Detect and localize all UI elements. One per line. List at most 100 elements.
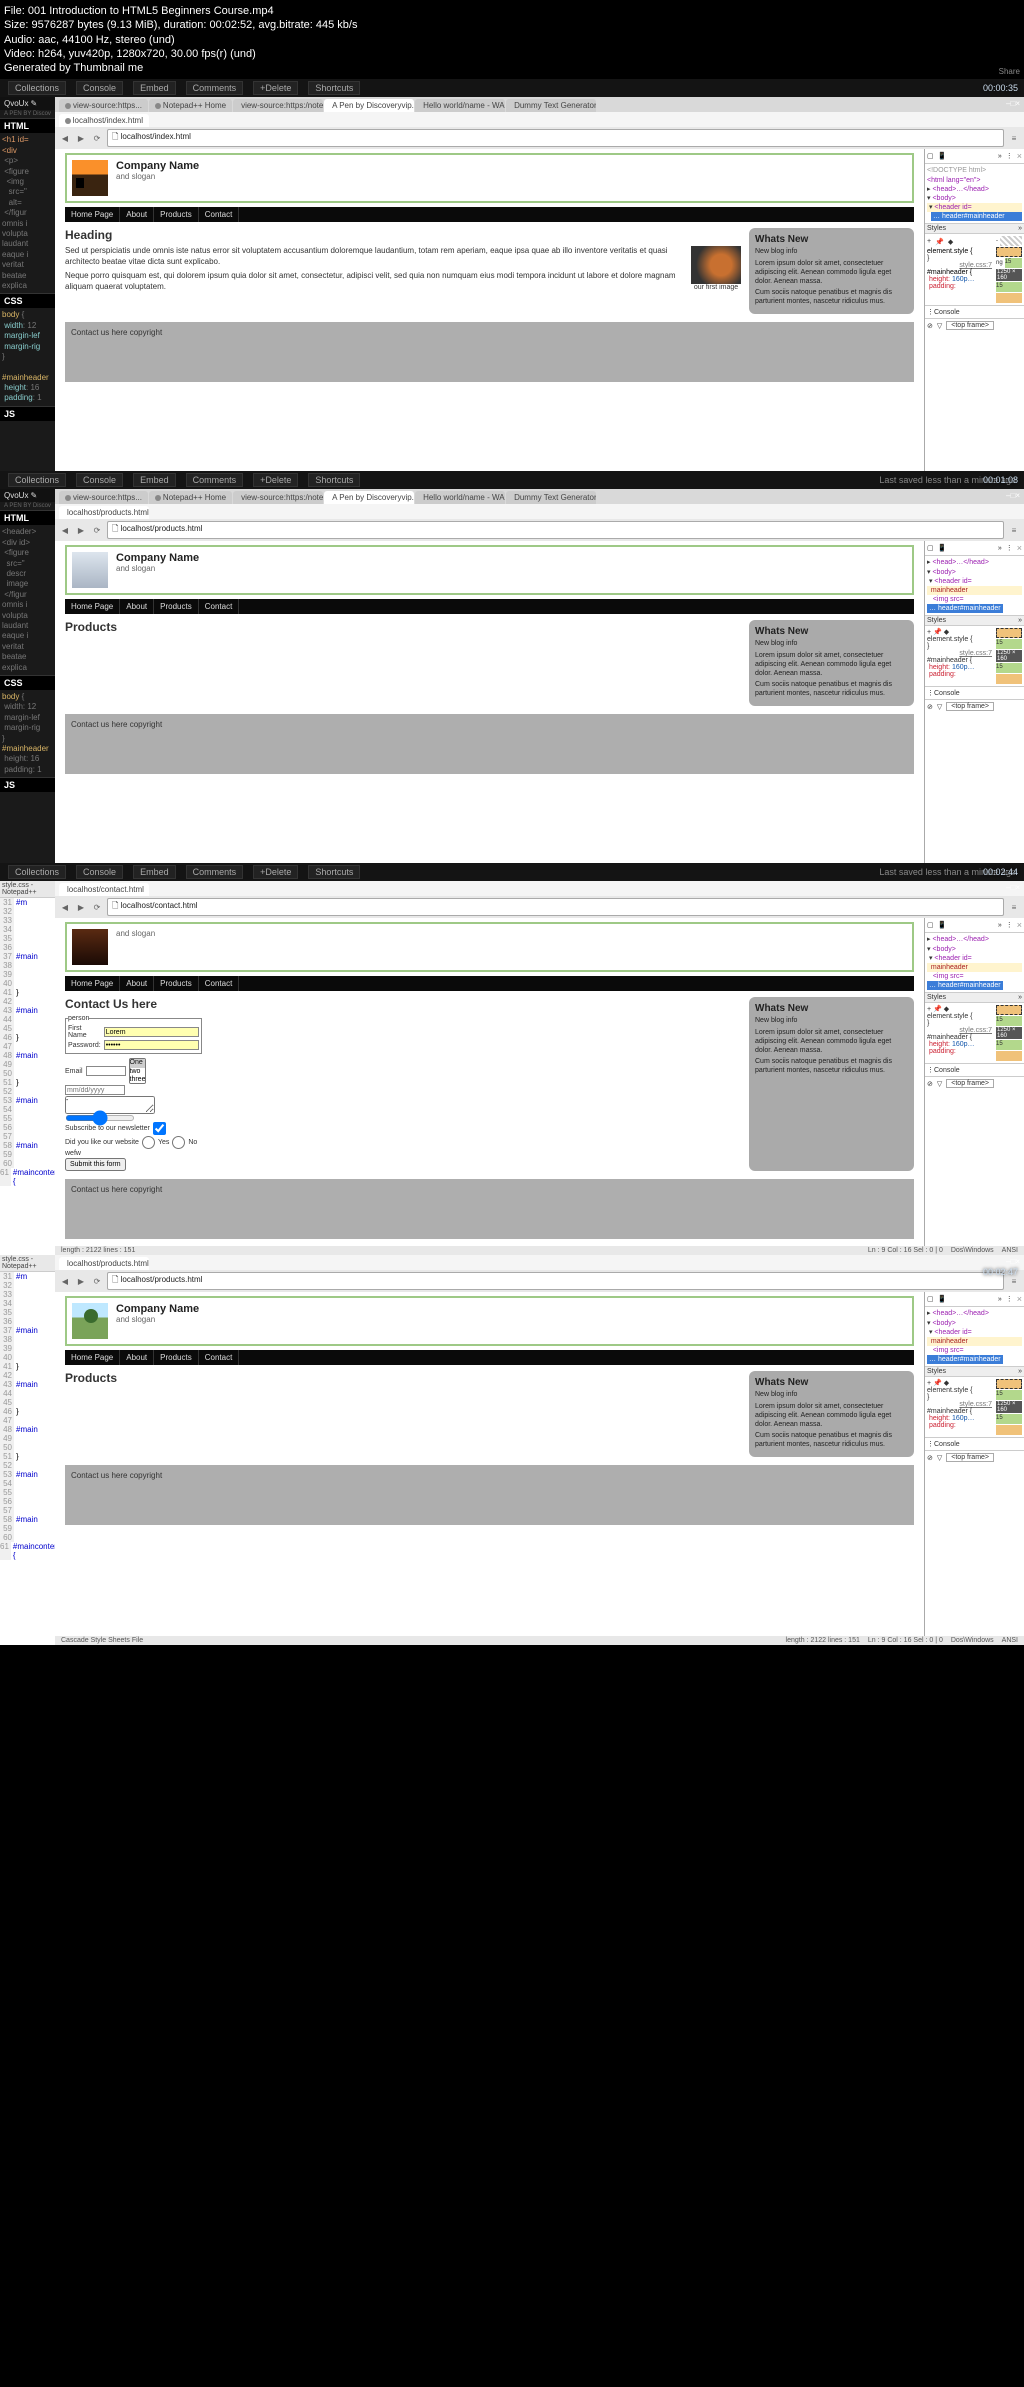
header-image [72, 160, 108, 196]
tab-3[interactable]: view-source:https:/notep [233, 99, 323, 112]
html-panel-label[interactable]: HTML [0, 118, 55, 133]
nav-products[interactable]: Products [154, 599, 199, 614]
jsbin-delete[interactable]: +Delete [253, 81, 298, 95]
menu-icon[interactable]: ≡ [1008, 524, 1020, 536]
jsbin-shortcuts[interactable]: Shortcuts [308, 473, 360, 487]
filter-clear-icon[interactable]: ⊘ [927, 322, 933, 330]
lorem-1: Sed ut perspiciatis unde omnis iste natu… [65, 246, 741, 267]
yes-radio[interactable] [142, 1136, 155, 1149]
back-icon[interactable]: ◀ [59, 524, 71, 536]
submit-button[interactable]: Submit this form [65, 1158, 126, 1171]
timecode-2: 00:01:08 [983, 475, 1018, 485]
dt-menu-icon[interactable]: ⋮ [1006, 152, 1013, 160]
top-frame-select[interactable]: <top frame> [946, 321, 994, 330]
close-button[interactable]: × [1015, 99, 1020, 108]
tab-1[interactable]: view-source:https... [59, 99, 148, 112]
codepen-sub: A PEN BY Discov [0, 110, 55, 118]
newsletter-checkbox[interactable] [153, 1122, 166, 1135]
dt-device-icon[interactable]: ▢ [927, 152, 934, 160]
tab-4[interactable]: A Pen by Discoveryvip.com [324, 491, 414, 504]
html-code[interactable]: <header><div id> <figure src=" descr ima… [0, 525, 55, 674]
tab-4[interactable]: A Pen by Discoveryvip.com [324, 99, 414, 112]
dimension-badge: 1250 × 160 [996, 269, 1022, 281]
tab-2[interactable]: Notepad++ Home [149, 491, 232, 504]
tab-3[interactable]: view-source:https:/notep [233, 491, 323, 504]
dt-mobile-icon[interactable]: 📱 [938, 152, 947, 160]
nav-contact[interactable]: Contact [199, 207, 240, 222]
subtab-products[interactable]: localhost/products.html [59, 506, 149, 519]
css-code[interactable]: body { width: 12 margin-lef margin-rig} … [0, 308, 55, 406]
html-panel-label[interactable]: HTML [0, 510, 55, 525]
tab-6[interactable]: Dummy Text Generator | L [506, 99, 596, 112]
nav-home[interactable]: Home Page [65, 207, 120, 222]
dt-close-icon[interactable]: × [1017, 151, 1022, 161]
tab-5[interactable]: Hello world/name - WAMP S [415, 491, 505, 504]
hov-icon[interactable]: ◆ [948, 238, 953, 246]
reload-icon[interactable]: ⟳ [91, 524, 103, 536]
nav-about[interactable]: About [120, 599, 154, 614]
jsbin-console[interactable]: Console [76, 81, 123, 95]
range-input[interactable] [65, 1115, 135, 1121]
filter-icon[interactable]: ▽ [937, 322, 942, 330]
notepad-editor[interactable]: style.css - Notepad++ 31#m 32 33 34 35 3… [0, 881, 55, 1255]
address-bar[interactable]: 🗋 localhost/products.html [107, 521, 1004, 539]
jsbin-delete[interactable]: +Delete [253, 473, 298, 487]
html-code[interactable]: <h1 id=<div <p> <figure <img src=" alt= … [0, 133, 55, 293]
video-audio: Audio: aac, 44100 Hz, stereo (und) [4, 33, 1020, 47]
reload-icon[interactable]: ⟳ [91, 132, 103, 144]
nav-about[interactable]: About [120, 207, 154, 222]
subtab-contact[interactable]: localhost/contact.html [59, 883, 149, 896]
add-rule-icon[interactable]: + [927, 238, 931, 246]
jsbin-console[interactable]: Console [76, 473, 123, 487]
dt-more-icon[interactable]: » [998, 153, 1002, 160]
jsbin-embed[interactable]: Embed [133, 81, 176, 95]
jsbin-collections[interactable]: Collections [8, 473, 66, 487]
site-header: Company Name and slogan [65, 153, 914, 203]
email-input[interactable] [86, 1066, 126, 1076]
css-panel-label[interactable]: CSS [0, 293, 55, 308]
video-size: Size: 9576287 bytes (9.13 MiB), duration… [4, 18, 1020, 32]
menu-icon[interactable]: ≡ [1008, 132, 1020, 144]
tab-6[interactable]: Dummy Text Generator | L [506, 491, 596, 504]
jsbin-comments[interactable]: Comments [186, 473, 244, 487]
subtab-products[interactable]: localhost/products.html [59, 1257, 149, 1270]
forward-icon[interactable]: ▶ [75, 132, 87, 144]
first-name-input[interactable] [104, 1027, 199, 1037]
no-radio[interactable] [172, 1136, 185, 1149]
address-bar[interactable]: 🗋 localhost/index.html [107, 129, 1004, 147]
pin-icon[interactable]: 📌 [935, 238, 944, 246]
address-bar[interactable]: 🗋 localhost/products.html [107, 1272, 1004, 1290]
console-drawer[interactable]: ⋮ [927, 308, 934, 316]
date-input[interactable] [65, 1085, 125, 1095]
company-slogan: and slogan [116, 172, 199, 181]
js-panel-label[interactable]: JS [0, 777, 55, 792]
tab-5[interactable]: Hello world/name - WAMP S [415, 99, 505, 112]
password-input[interactable] [104, 1040, 199, 1050]
notepad-editor[interactable]: style.css - Notepad++ 31#m 32 33 34 35 3… [0, 1255, 55, 1645]
subtab-localhost[interactable]: localhost/index.html [59, 114, 149, 127]
lorem-2: Neque porro quisquam est, qui dolorem ip… [65, 271, 741, 292]
forward-icon[interactable]: ▶ [75, 524, 87, 536]
tab-1[interactable]: view-source:https... [59, 491, 148, 504]
nav-contact[interactable]: Contact [199, 599, 240, 614]
nav-products[interactable]: Products [154, 207, 199, 222]
dom-tree[interactable]: <!DOCTYPE html> <html lang="en"> ▸ <head… [925, 164, 1024, 223]
jsbin-shortcuts[interactable]: Shortcuts [308, 81, 360, 95]
back-icon[interactable]: ◀ [59, 132, 71, 144]
css-code[interactable]: body { width: 12 margin-lef margin-rig}#… [0, 690, 55, 777]
styles-tab[interactable]: Styles [927, 225, 946, 232]
tab-2[interactable]: Notepad++ Home [149, 99, 232, 112]
share-button[interactable]: Share [999, 67, 1020, 76]
jsbin-comments[interactable]: Comments [186, 81, 244, 95]
js-panel-label[interactable]: JS [0, 406, 55, 421]
site-nav: Home Page About Products Contact [65, 207, 914, 222]
nav-home[interactable]: Home Page [65, 599, 120, 614]
video-gen: Generated by Thumbnail me [4, 61, 1020, 75]
address-bar[interactable]: 🗋 localhost/contact.html [107, 898, 1004, 916]
jsbin-collections[interactable]: Collections [8, 81, 66, 95]
select-one[interactable]: Onetwothree [129, 1058, 147, 1084]
codepen-brand: QvoUx [4, 99, 28, 108]
page-heading: Products [65, 1371, 741, 1385]
jsbin-embed[interactable]: Embed [133, 473, 176, 487]
css-panel-label[interactable]: CSS [0, 675, 55, 690]
